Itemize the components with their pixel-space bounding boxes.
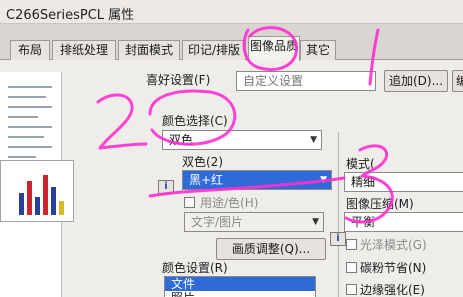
application-color-value: 文字/图片 <box>191 215 244 229</box>
favorites-select[interactable]: 自定义设置 <box>236 71 376 91</box>
preview-line <box>8 156 36 158</box>
preview-line <box>8 146 52 148</box>
preview-line <box>8 106 52 108</box>
mode-label: 模式( <box>346 157 375 171</box>
preview-bar <box>43 175 48 215</box>
preview-bar <box>35 197 40 215</box>
gloss-checkbox[interactable] <box>346 239 357 250</box>
preview-bar <box>19 193 24 215</box>
info-icon[interactable]: i <box>330 232 346 246</box>
compression-label: 图像压缩(M) <box>346 197 414 211</box>
list-item[interactable]: 文件 <box>165 277 315 291</box>
info-icon[interactable]: i <box>158 180 174 194</box>
panel-divider <box>338 132 339 297</box>
application-color-checkbox[interactable] <box>184 197 195 208</box>
tab-image-quality[interactable]: 图像品质 <box>248 36 300 61</box>
color-select-value: 双色 <box>169 133 194 147</box>
color-settings-list[interactable]: 文件 照片 <box>164 276 316 297</box>
tab-paper-handling[interactable]: 排纸处理 <box>52 40 116 60</box>
list-item[interactable]: 照片 <box>165 291 315 297</box>
compression-value: 平衡 <box>351 215 376 229</box>
tab-other[interactable]: 其它 <box>300 40 336 60</box>
preview-line <box>8 96 46 98</box>
mode-value: 精细 <box>351 175 376 189</box>
preview-chart-card <box>0 160 74 222</box>
preview-bar <box>59 201 64 215</box>
color-settings-label: 颜色设置(R) <box>162 261 228 275</box>
edit-favorite-button[interactable]: 编 <box>452 70 463 92</box>
mode-dropdown[interactable]: 精细 <box>344 172 463 192</box>
application-color-dropdown[interactable]: 文字/图片 ▼ <box>184 212 324 232</box>
toner-save-checkbox[interactable] <box>346 262 357 273</box>
tab-layout[interactable]: 布局 <box>10 40 50 60</box>
preview-bar <box>27 181 32 215</box>
compression-dropdown[interactable]: 平衡 <box>344 212 463 232</box>
preview-line <box>8 116 38 118</box>
chevron-down-icon: ▼ <box>320 175 327 185</box>
preview-bar <box>51 187 56 215</box>
tab-cover-mode[interactable]: 封面模式 <box>118 40 180 60</box>
favorites-label: 喜好设置(F) <box>146 73 211 87</box>
preview-line <box>8 136 44 138</box>
two-color-value: 黑+红 <box>189 173 224 187</box>
color-select-dropdown[interactable]: 双色 ▼ <box>162 130 322 150</box>
application-color-label: 用途/色(H) <box>200 196 259 210</box>
color-select-label: 颜色选择(C) <box>162 114 228 128</box>
preview-line <box>8 86 52 88</box>
favorites-value: 自定义设置 <box>243 74 304 88</box>
chevron-down-icon: ▼ <box>310 135 317 145</box>
edge-enhance-label: 边缘强化(E) <box>360 283 425 297</box>
two-color-dropdown[interactable]: 黑+红 ▼ <box>182 170 332 190</box>
toner-save-label: 碳粉节省(N) <box>360 261 427 275</box>
image-adjust-button[interactable]: 画质调整(Q)... <box>216 238 326 260</box>
two-color-label: 双色(2) <box>182 155 223 169</box>
tab-bar: 布局 排纸处理 封面模式 印记/排版 图像品质 其它 <box>0 36 463 61</box>
tab-stamp-layout[interactable]: 印记/排版 <box>182 40 246 60</box>
preview-line <box>8 126 52 128</box>
window-title: C266SeriesPCL 属性 <box>6 8 135 23</box>
gloss-label: 光泽模式(G) <box>360 238 427 252</box>
edge-enhance-checkbox[interactable] <box>346 284 357 295</box>
chevron-down-icon: ▼ <box>312 217 319 227</box>
add-favorite-button[interactable]: 追加(D)... <box>384 70 448 92</box>
title-bar: C266SeriesPCL 属性 <box>0 0 463 24</box>
